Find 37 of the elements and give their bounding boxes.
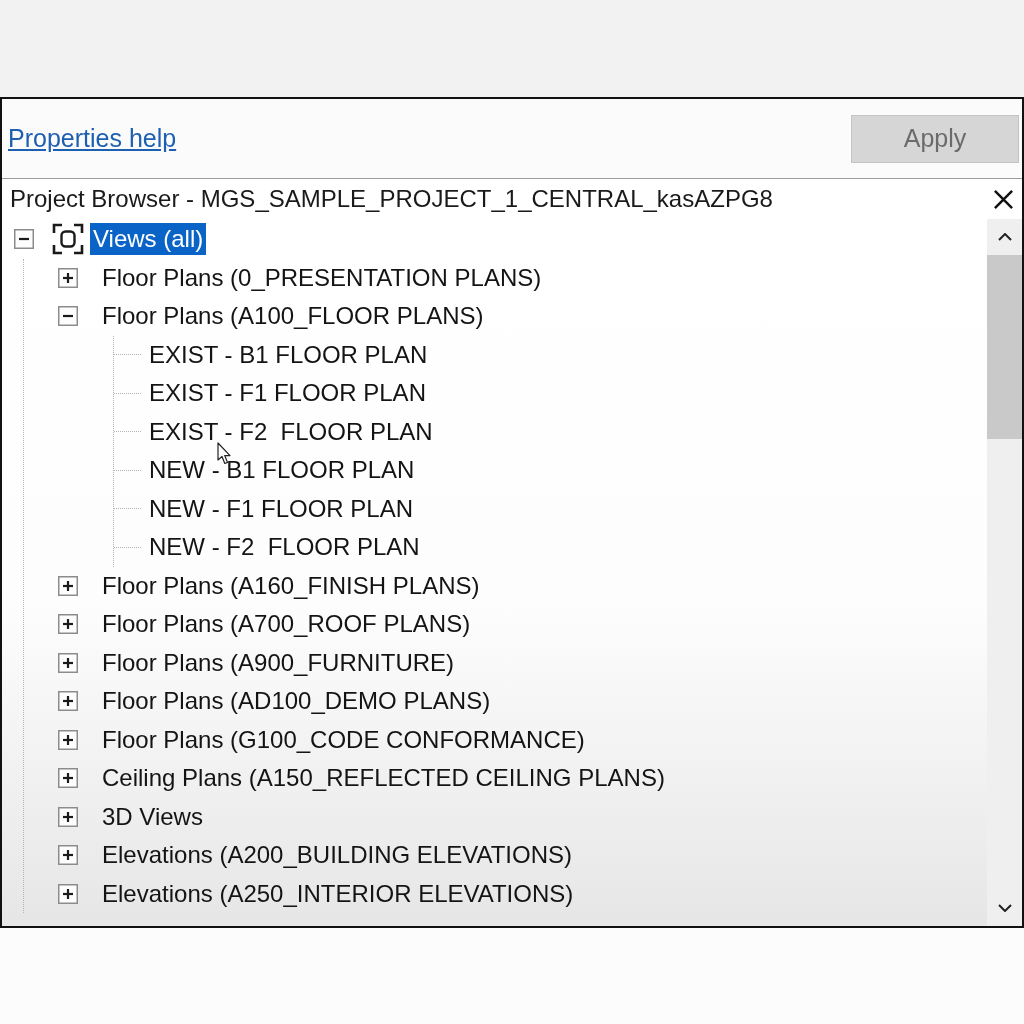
tree-item[interactable]: Elevations (A250_INTERIOR ELEVATIONS) xyxy=(99,877,577,910)
expand-toggle[interactable] xyxy=(58,652,78,673)
tree-item[interactable]: Floor Plans (A900_FURNITURE) xyxy=(99,646,458,679)
properties-help-link[interactable]: Properties help xyxy=(8,124,177,153)
tree-item[interactable]: Elevations (A200_BUILDING ELEVATIONS) xyxy=(99,839,575,872)
tree-item[interactable]: EXIST - F2 FLOOR PLAN xyxy=(146,415,436,448)
expand-toggle[interactable] xyxy=(58,267,78,288)
tree-item[interactable]: NEW - F2 FLOOR PLAN xyxy=(146,531,423,564)
tree-item[interactable]: Views (all) xyxy=(90,223,207,256)
viewfinder-icon xyxy=(52,223,84,256)
expand-toggle[interactable] xyxy=(58,883,78,904)
expand-toggle[interactable] xyxy=(58,614,78,635)
tree-item[interactable]: Floor Plans (A700_ROOF PLANS) xyxy=(99,608,474,641)
scroll-down-icon[interactable] xyxy=(997,904,1012,912)
scrollbar-thumb[interactable] xyxy=(987,255,1022,439)
expand-toggle[interactable] xyxy=(58,806,78,827)
tree-item[interactable]: NEW - F1 FLOOR PLAN xyxy=(146,492,417,525)
tree-item[interactable]: NEW - B1 FLOOR PLAN xyxy=(146,454,418,487)
tree-item[interactable]: EXIST - B1 FLOOR PLAN xyxy=(146,338,431,371)
expand-toggle[interactable] xyxy=(58,691,78,712)
panel-title: Project Browser - MGS_SAMPLE_PROJECT_1_CENTRAL_kasAZPG8 xyxy=(10,185,773,213)
tree-item[interactable]: 3D Views xyxy=(99,800,206,833)
expand-toggle[interactable] xyxy=(58,768,78,789)
scroll-up-icon[interactable] xyxy=(997,233,1012,241)
tree-item[interactable]: Floor Plans (A100_FLOOR PLANS) xyxy=(99,300,487,333)
tree-item[interactable]: Ceiling Plans (A150_REFLECTED CEILING PLANS) xyxy=(99,762,668,795)
expand-toggle[interactable] xyxy=(58,575,78,596)
tree-item[interactable]: Floor Plans (0_PRESENTATION PLANS) xyxy=(99,261,545,294)
tree-item[interactable]: Floor Plans (A160_FINISH PLANS) xyxy=(99,569,483,602)
tree-item[interactable]: EXIST - F1 FLOOR PLAN xyxy=(146,377,429,410)
tree-item[interactable]: Floor Plans (AD100_DEMO PLANS) xyxy=(99,685,494,718)
collapse-toggle[interactable] xyxy=(58,306,78,327)
tree-item[interactable]: Floor Plans (G100_CODE CONFORMANCE) xyxy=(99,723,588,756)
expand-toggle[interactable] xyxy=(58,729,78,750)
expand-toggle[interactable] xyxy=(58,845,78,866)
close-icon[interactable] xyxy=(993,188,1014,210)
collapse-toggle[interactable] xyxy=(14,229,34,250)
